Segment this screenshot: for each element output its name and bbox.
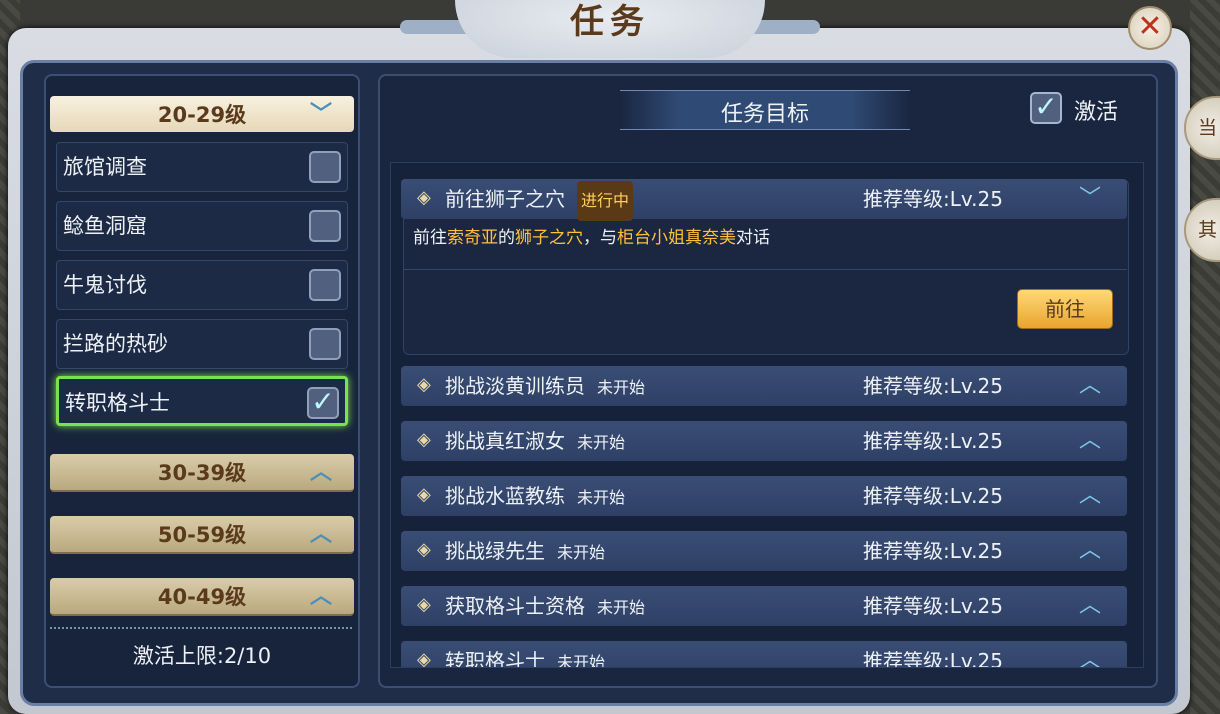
recommended-level: 推荐等级:Lv.25 <box>863 484 1003 508</box>
recommended-level: 推荐等级:Lv.25 <box>863 374 1003 398</box>
chevron-down-icon: ﹀ <box>309 102 332 127</box>
quest-row[interactable]: ◈ 挑战绿先生 未开始 推荐等级:Lv.25 ︿ <box>401 531 1127 571</box>
chevron-down-icon[interactable]: ﹀ <box>1079 179 1101 219</box>
goto-button[interactable]: 前往 <box>1017 289 1113 329</box>
group-header-50-59[interactable]: 50-59级 ︿ <box>50 516 354 554</box>
diamond-icon: ◈ <box>417 187 431 208</box>
recommended-level: 推荐等级:Lv.25 <box>863 594 1003 618</box>
quest-item-label: 旅馆调查 <box>63 155 147 179</box>
quest-item[interactable]: 鲶鱼洞窟 <box>56 201 348 251</box>
status-badge: 未开始 <box>597 598 646 617</box>
check-icon: ✓ <box>1034 90 1058 123</box>
diamond-icon: ◈ <box>417 594 431 615</box>
window-title: 任务 <box>570 2 650 42</box>
diamond-icon: ◈ <box>417 429 431 450</box>
quest-name: 挑战淡黄训练员 <box>445 374 585 398</box>
status-badge: 未开始 <box>557 653 606 668</box>
quest-checkbox[interactable] <box>309 151 341 183</box>
quest-row[interactable]: ◈ 挑战水蓝教练 未开始 推荐等级:Lv.25 ︿ <box>401 476 1127 516</box>
quest-list[interactable]: ◈ 前往狮子之穴 进行中 推荐等级:Lv.25 ﹀ 前往索奇亚的狮子之穴，与柜台小… <box>390 162 1144 668</box>
recommended-level: 推荐等级:Lv.25 <box>863 187 1003 211</box>
activation-limit: 激活上限:2/10 <box>132 644 272 668</box>
quest-name: 挑战绿先生 <box>445 539 545 563</box>
diamond-icon: ◈ <box>417 539 431 560</box>
quest-item-label: 鲶鱼洞窟 <box>63 214 147 238</box>
quest-item[interactable]: 旅馆调查 <box>56 142 348 192</box>
quest-name: 挑战水蓝教练 <box>445 484 565 508</box>
quest-item-selected[interactable]: 转职格斗士 ✓ <box>56 376 348 426</box>
group-header-40-49[interactable]: 40-49级 ︿ <box>50 578 354 616</box>
group-label: 20-29级 <box>157 103 247 127</box>
quest-name: 获取格斗士资格 <box>445 594 585 618</box>
diamond-icon: ◈ <box>417 649 431 668</box>
side-tab-label: 其 <box>1198 219 1218 241</box>
quest-item-label: 转职格斗士 <box>65 391 170 415</box>
group-header-30-39[interactable]: 30-39级 ︿ <box>50 454 354 492</box>
status-badge: 进行中 <box>577 181 634 221</box>
chevron-up-icon[interactable]: ︿ <box>1079 476 1101 516</box>
status-badge: 未开始 <box>577 433 626 452</box>
quest-name: 前往狮子之穴 <box>445 187 565 211</box>
status-badge: 未开始 <box>557 543 606 562</box>
quest-name: 挑战真红淑女 <box>445 429 565 453</box>
desc-highlight: 索奇亚 <box>447 228 498 248</box>
quest-item[interactable]: 拦路的热砂 <box>56 319 348 369</box>
close-button[interactable]: ✕ <box>1128 6 1172 50</box>
close-icon: ✕ <box>1137 9 1163 44</box>
chevron-up-icon: ︿ <box>309 584 332 609</box>
quest-name: 转职格斗士 <box>445 649 545 668</box>
quest-checkbox[interactable] <box>309 269 341 301</box>
chevron-up-icon[interactable]: ︿ <box>1079 421 1101 461</box>
desc-text: 前往 <box>413 228 447 248</box>
recommended-level: 推荐等级:Lv.25 <box>863 539 1003 563</box>
desc-text: 的 <box>498 228 515 248</box>
quest-checkbox-checked[interactable]: ✓ <box>307 385 339 419</box>
divider <box>403 269 1127 270</box>
quest-checkbox[interactable] <box>309 328 341 360</box>
quest-item-label: 拦路的热砂 <box>63 332 168 356</box>
group-header-20-29[interactable]: 20-29级 ﹀ <box>50 96 354 132</box>
quest-row[interactable]: ◈ 挑战真红淑女 未开始 推荐等级:Lv.25 ︿ <box>401 421 1127 461</box>
status-badge: 未开始 <box>577 488 626 507</box>
recommended-level: 推荐等级:Lv.25 <box>863 429 1003 453</box>
chevron-up-icon[interactable]: ︿ <box>1079 641 1101 667</box>
group-label: 40-49级 <box>157 585 247 609</box>
chevron-up-icon: ︿ <box>309 522 332 547</box>
group-label: 50-59级 <box>157 523 247 547</box>
activate-checkbox[interactable]: ✓ <box>1030 90 1062 124</box>
chevron-up-icon: ︿ <box>309 460 332 485</box>
desc-text: 对话 <box>736 228 770 248</box>
check-icon: ✓ <box>311 385 335 418</box>
side-tab-label: 当 <box>1198 117 1218 139</box>
recommended-level: 推荐等级:Lv.25 <box>863 649 1003 668</box>
diamond-icon: ◈ <box>417 484 431 505</box>
desc-highlight: 狮子之穴 <box>515 228 583 248</box>
quest-row-active[interactable]: ◈ 前往狮子之穴 进行中 推荐等级:Lv.25 ﹀ <box>401 179 1127 221</box>
quest-row[interactable]: ◈ 转职格斗士 未开始 推荐等级:Lv.25 ︿ <box>401 641 1127 668</box>
goal-banner-title: 任务目标 <box>720 102 809 127</box>
chevron-up-icon[interactable]: ︿ <box>1079 586 1101 626</box>
chevron-up-icon[interactable]: ︿ <box>1079 366 1101 406</box>
group-label: 30-39级 <box>157 461 247 485</box>
quest-row[interactable]: ◈ 挑战淡黄训练员 未开始 推荐等级:Lv.25 ︿ <box>401 366 1127 406</box>
quest-checkbox[interactable] <box>309 210 341 242</box>
chevron-up-icon[interactable]: ︿ <box>1079 531 1101 571</box>
diamond-icon: ◈ <box>417 374 431 395</box>
status-badge: 未开始 <box>597 378 646 397</box>
activate-label: 激活 <box>1074 100 1119 125</box>
desc-text: ，与 <box>583 228 617 248</box>
quest-description: 前往索奇亚的狮子之穴，与柜台小姐真奈美对话 <box>413 223 770 248</box>
desc-highlight: 柜台小姐真奈美 <box>617 228 736 248</box>
quest-item-label: 牛鬼讨伐 <box>63 273 147 297</box>
quest-item[interactable]: 牛鬼讨伐 <box>56 260 348 310</box>
divider <box>50 627 352 629</box>
quest-row[interactable]: ◈ 获取格斗士资格 未开始 推荐等级:Lv.25 ︿ <box>401 586 1127 626</box>
